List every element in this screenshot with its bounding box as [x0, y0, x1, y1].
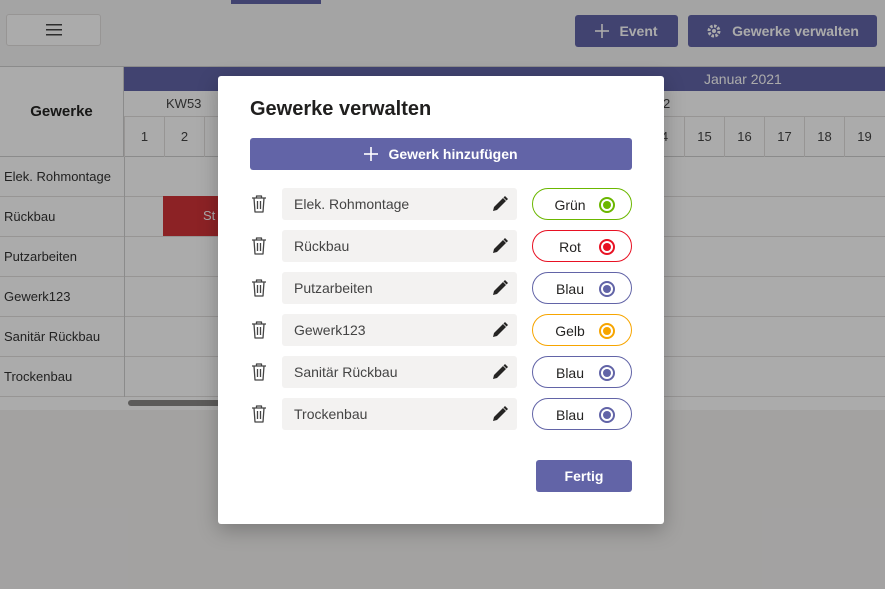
add-trade-label: Gewerk hinzufügen: [388, 146, 518, 162]
trash-icon[interactable]: [250, 236, 268, 256]
trash-icon[interactable]: [250, 194, 268, 214]
trade-item: Gewerk123 Gelb: [250, 314, 632, 346]
trade-item: Rückbau Rot: [250, 230, 632, 262]
color-label: Rot: [559, 239, 581, 255]
add-trade-button[interactable]: Gewerk hinzufügen: [250, 138, 632, 170]
trade-name-text: Rückbau: [294, 238, 350, 254]
pencil-icon[interactable]: [491, 363, 509, 381]
pencil-icon[interactable]: [491, 237, 509, 255]
pencil-icon[interactable]: [491, 321, 509, 339]
pencil-icon[interactable]: [491, 405, 509, 423]
color-dot-icon: [599, 365, 615, 381]
color-picker-button[interactable]: Blau: [532, 356, 632, 388]
color-dot-icon: [599, 281, 615, 297]
color-dot-icon: [599, 197, 615, 213]
trade-item: Elek. Rohmontage Grün: [250, 188, 632, 220]
plus-icon: [364, 147, 379, 161]
color-picker-button[interactable]: Blau: [532, 398, 632, 430]
trade-name-text: Sanitär Rückbau: [294, 364, 398, 380]
manage-trades-dialog: Gewerke verwalten Gewerk hinzufügen Elek…: [218, 76, 664, 524]
trash-icon[interactable]: [250, 362, 268, 382]
trade-name-field[interactable]: Gewerk123: [282, 314, 517, 346]
trash-icon[interactable]: [250, 320, 268, 340]
done-button[interactable]: Fertig: [536, 460, 632, 492]
trade-name-field[interactable]: Putzarbeiten: [282, 272, 517, 304]
trade-item: Sanitär Rückbau Blau: [250, 356, 632, 388]
color-label: Grün: [554, 197, 586, 213]
pencil-icon[interactable]: [491, 195, 509, 213]
trade-name-text: Gewerk123: [294, 322, 366, 338]
trade-name-text: Elek. Rohmontage: [294, 196, 410, 212]
pencil-icon[interactable]: [491, 279, 509, 297]
color-dot-icon: [599, 407, 615, 423]
color-picker-button[interactable]: Gelb: [532, 314, 632, 346]
dialog-title: Gewerke verwalten: [250, 98, 432, 120]
color-label: Blau: [555, 365, 585, 381]
trash-icon[interactable]: [250, 278, 268, 298]
trade-name-field[interactable]: Elek. Rohmontage: [282, 188, 517, 220]
trade-name-field[interactable]: Sanitär Rückbau: [282, 356, 517, 388]
trade-name-text: Trockenbau: [294, 406, 368, 422]
trash-icon[interactable]: [250, 404, 268, 424]
color-label: Blau: [555, 407, 585, 423]
color-label: Blau: [555, 281, 585, 297]
color-dot-icon: [599, 239, 615, 255]
color-picker-button[interactable]: Grün: [532, 188, 632, 220]
color-picker-button[interactable]: Blau: [532, 272, 632, 304]
color-picker-button[interactable]: Rot: [532, 230, 632, 262]
trade-name-text: Putzarbeiten: [294, 280, 373, 296]
color-label: Gelb: [555, 323, 585, 339]
trade-item: Putzarbeiten Blau: [250, 272, 632, 304]
color-dot-icon: [599, 323, 615, 339]
trade-name-field[interactable]: Rückbau: [282, 230, 517, 262]
trade-name-field[interactable]: Trockenbau: [282, 398, 517, 430]
trade-item: Trockenbau Blau: [250, 398, 632, 430]
